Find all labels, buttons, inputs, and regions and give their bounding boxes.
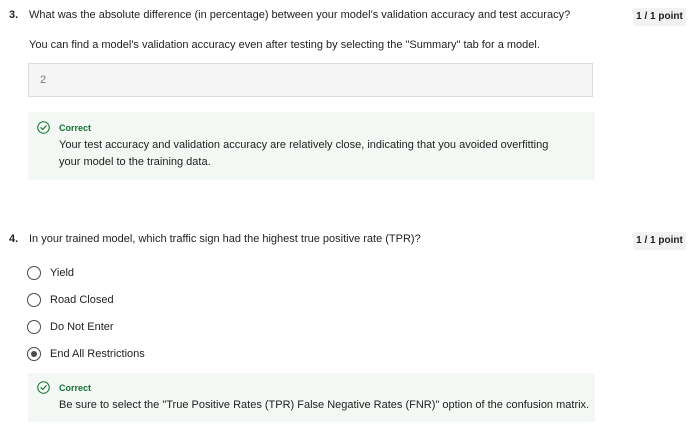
points-badge: 1 / 1 point (633, 8, 686, 26)
radio-button[interactable] (27, 266, 41, 280)
feedback-text-line-1: Your test accuracy and validation accura… (59, 139, 549, 151)
feedback-correct: Correct Be sure to select the "True Posi… (28, 373, 595, 422)
option-label: Yield (50, 267, 75, 279)
question-text: What was the absolute difference (in per… (29, 9, 571, 21)
radio-button[interactable] (27, 293, 41, 307)
feedback-text: Be sure to select the "True Positive Rat… (59, 399, 590, 411)
radio-button-selected[interactable] (27, 347, 41, 361)
check-circle-icon (37, 381, 50, 394)
answer-input[interactable]: 2 (28, 63, 593, 97)
option-label: Road Closed (50, 294, 114, 306)
feedback-text-line-2: your model to the training data. (59, 156, 211, 168)
option-label: Do Not Enter (50, 321, 114, 333)
question-text: In your trained model, which traffic sig… (29, 233, 421, 245)
question-number: 3. (9, 9, 19, 21)
feedback-status: Correct (59, 383, 92, 393)
feedback-correct: Correct Your test accuracy and validatio… (28, 112, 595, 180)
option-label: End All Restrictions (50, 348, 145, 360)
radio-button[interactable] (27, 320, 41, 334)
check-circle-icon (37, 121, 50, 134)
feedback-status: Correct (59, 123, 92, 133)
question-number: 4. (9, 233, 19, 245)
points-badge: 1 / 1 point (633, 232, 686, 250)
question-hint: You can find a model's validation accura… (29, 39, 540, 51)
